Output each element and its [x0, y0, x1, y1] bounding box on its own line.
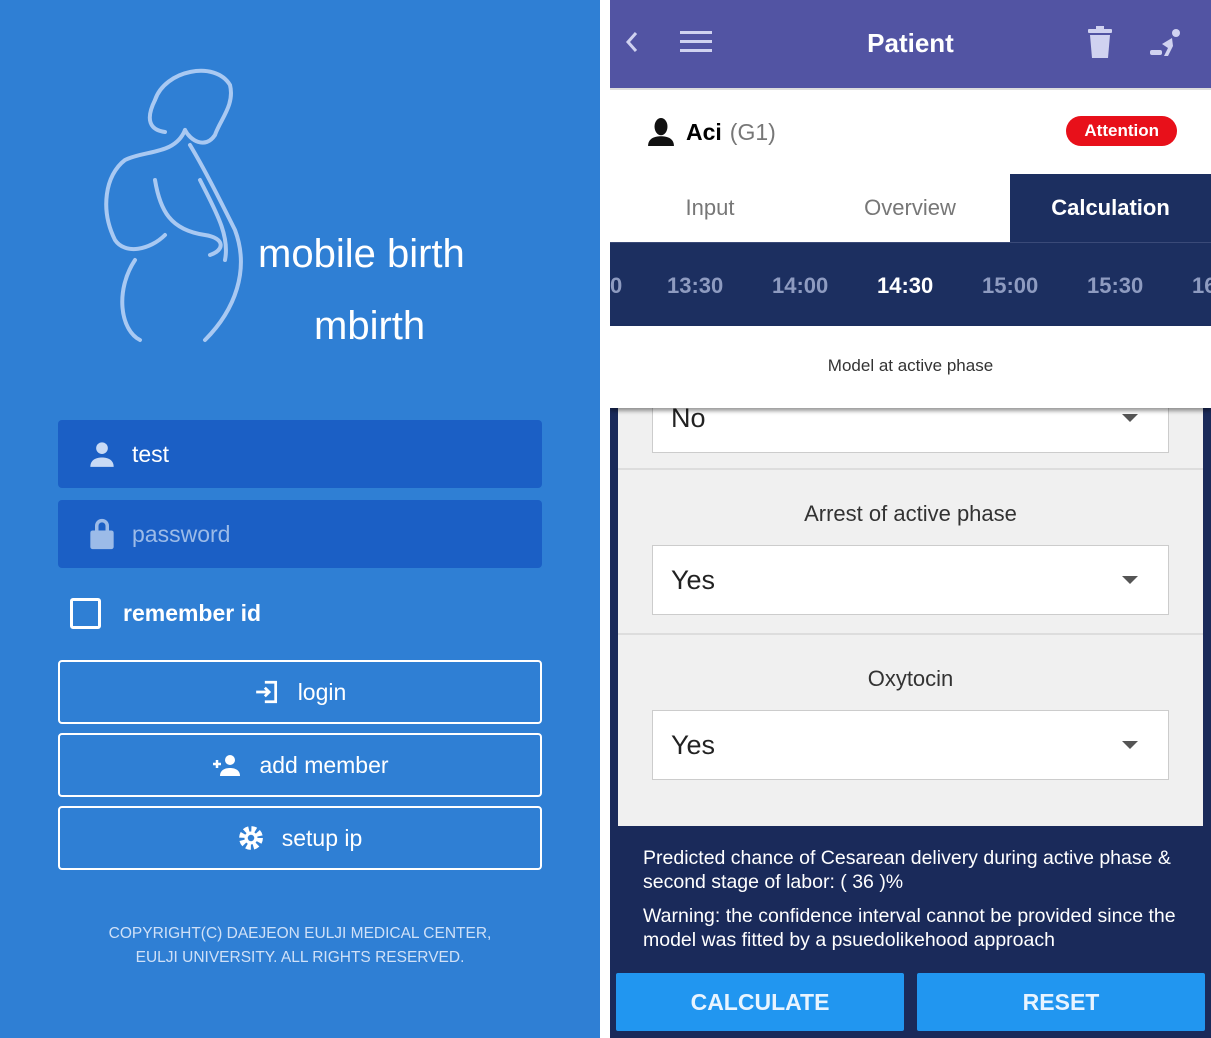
patient-name-text: Aci — [686, 118, 722, 145]
arrest-active-phase-select[interactable]: Yes — [652, 545, 1169, 615]
select-value: Yes — [671, 564, 716, 595]
app-header: Patient — [610, 0, 1211, 88]
gear-icon — [238, 826, 263, 850]
model-label: Model at active phase — [610, 326, 1211, 408]
remember-id-checkbox[interactable]: remember id — [70, 598, 261, 629]
time-selector[interactable]: 0 13:30 14:00 14:30 15:00 15:30 16 — [610, 242, 1211, 326]
username-input[interactable] — [132, 440, 492, 468]
time-item[interactable]: 15:00 — [982, 273, 1038, 299]
setup-ip-button[interactable]: setup ip — [58, 806, 542, 870]
login-label: login — [297, 678, 347, 705]
patient-name: Aci (G1) — [648, 118, 776, 146]
tab-overview[interactable]: Overview — [810, 174, 1010, 242]
oxytocin-select[interactable]: Yes — [652, 710, 1169, 780]
time-item[interactable]: 14:00 — [772, 273, 828, 299]
lock-icon — [90, 518, 114, 550]
remember-id-label: remember id — [123, 600, 262, 626]
patient-screen: Patient Aci (G1) Attention Input Overvie… — [610, 0, 1211, 1038]
patient-delivery-icon[interactable] — [1148, 28, 1182, 58]
patient-gravida: (G1) — [729, 118, 776, 145]
select-value: Yes — [671, 729, 716, 760]
attention-badge: Attention — [1066, 116, 1177, 146]
divider — [618, 633, 1203, 635]
setup-ip-label: setup ip — [281, 824, 363, 851]
add-member-button[interactable]: add member — [58, 733, 542, 797]
add-member-label: add member — [259, 751, 389, 778]
add-user-icon — [213, 755, 241, 776]
dropdown-arrow-icon — [1122, 576, 1138, 584]
dropdown-arrow-icon — [1122, 741, 1138, 749]
login-button[interactable]: login — [58, 660, 542, 724]
username-field[interactable] — [58, 420, 542, 488]
checkbox-box[interactable] — [70, 598, 101, 629]
login-icon — [255, 680, 277, 704]
warning-text: Warning: the confidence interval cannot … — [643, 905, 1176, 951]
header-title: Patient — [867, 28, 954, 58]
time-item[interactable]: 16 — [1192, 273, 1211, 299]
copyright-line-2: EULJI UNIVERSITY. ALL RIGHTS RESERVED. — [135, 949, 465, 966]
password-field[interactable] — [58, 500, 542, 568]
reset-button[interactable]: RESET — [917, 973, 1205, 1031]
divider — [618, 468, 1203, 470]
result-panel: Predicted chance of Cesarean delivery du… — [643, 846, 1203, 952]
tab-bar: Input Overview Calculation — [610, 174, 1211, 242]
dropdown-arrow-icon — [1122, 414, 1138, 422]
trash-icon[interactable] — [1088, 26, 1112, 58]
calculate-button[interactable]: CALCULATE — [616, 973, 904, 1031]
tab-calculation[interactable]: Calculation — [1010, 174, 1211, 242]
prediction-text: Predicted chance of Cesarean delivery du… — [643, 847, 1171, 893]
oxytocin-label: Oxytocin — [867, 666, 954, 691]
arrest-active-phase-label: Arrest of active phase — [804, 501, 1017, 526]
pregnant-woman-logo — [104, 68, 243, 342]
user-icon — [90, 442, 114, 467]
patient-info-bar: Aci (G1) Attention — [610, 88, 1211, 174]
copyright-line-1: COPYRIGHT(C) DAEJEON EULJI MEDICAL CENTE… — [108, 925, 492, 942]
time-item[interactable]: 13:30 — [667, 273, 723, 299]
time-item[interactable]: 0 — [610, 273, 622, 299]
brand-short-name: mbirth — [314, 304, 426, 348]
time-item-selected[interactable]: 14:30 — [877, 273, 933, 299]
copyright: COPYRIGHT(C) DAEJEON EULJI MEDICAL CENTE… — [0, 922, 600, 970]
tab-input[interactable]: Input — [610, 174, 810, 242]
calculation-form: No Arrest of active phase Yes Oxytocin Y… — [618, 383, 1203, 826]
brand-name: mobile birth — [258, 232, 465, 276]
time-item[interactable]: 15:30 — [1087, 273, 1143, 299]
login-screen: mobile birth mbirth remember id login ad… — [0, 0, 600, 1038]
password-input[interactable] — [132, 520, 492, 548]
person-icon — [648, 118, 674, 146]
